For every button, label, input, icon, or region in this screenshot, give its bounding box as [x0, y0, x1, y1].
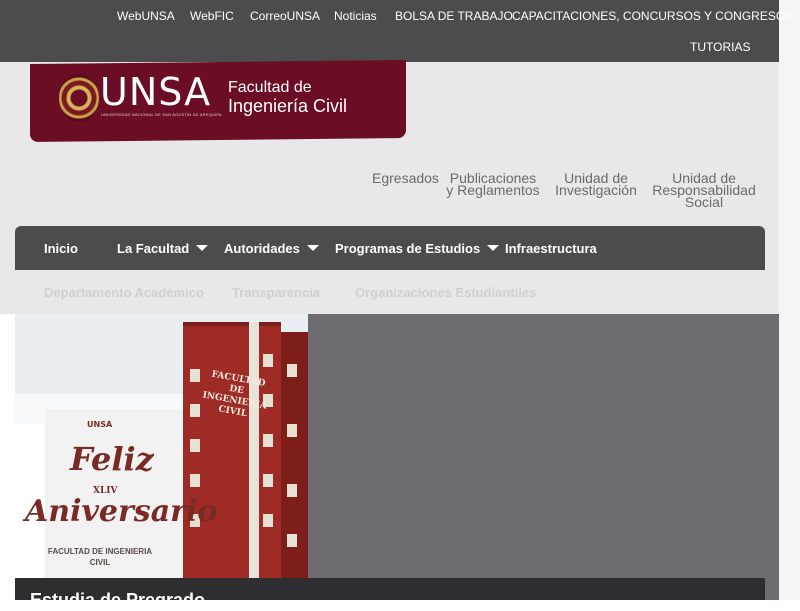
- secondary-nav-publicaciones[interactable]: Publicaciones y Reglamentos: [446, 171, 540, 198]
- secondary-nav-label: Egresados: [372, 170, 439, 186]
- sub-nav-transparencia[interactable]: Transparencia: [232, 285, 320, 300]
- chevron-down-icon: [487, 245, 500, 251]
- main-nav-la-facultad[interactable]: La Facultad: [117, 241, 209, 256]
- main-nav-autoridades[interactable]: Autoridades: [224, 241, 319, 256]
- secondary-nav-label: Investigación: [555, 182, 637, 198]
- sub-nav-organizaciones-estudiantiles[interactable]: Organizaciones Estudiantiles: [355, 285, 536, 300]
- main-nav-label: Inicio: [44, 241, 78, 256]
- banner-faculty-line: FACULTAD DE INGENIERIA: [47, 547, 153, 556]
- sub-nav-departamento-academico[interactable]: Departamento Académico: [44, 285, 204, 300]
- page-edge: [779, 0, 800, 600]
- banner-window: [190, 439, 200, 452]
- banner-faculty-name: FACULTAD DE INGENIERIA CIVIL: [40, 546, 160, 568]
- banner-feliz: Feliz: [70, 440, 154, 478]
- anniversary-banner-image[interactable]: FACULTAD DE INGENIERIA CIVIL UNSA Feliz …: [15, 314, 308, 600]
- main-nav-label: Infraestructura: [505, 241, 597, 256]
- banner-window: [190, 369, 200, 382]
- university-seal-icon: [59, 74, 99, 122]
- secondary-nav-unidad-investigacion[interactable]: Unidad de Investigación: [553, 171, 639, 198]
- top-link-webunsa[interactable]: WebUNSA: [117, 9, 175, 23]
- main-nav-label: Programas de Estudios: [335, 241, 481, 256]
- banner-unsa-label: UNSA: [87, 420, 113, 429]
- banner-faculty-line: CIVIL: [89, 558, 111, 567]
- secondary-nav-egresados[interactable]: Egresados: [372, 170, 439, 186]
- main-nav-label: La Facultad: [117, 241, 190, 256]
- logo-faculty-line2: Ingeniería Civil: [228, 96, 348, 116]
- top-link-webfic[interactable]: WebFIC: [190, 9, 234, 23]
- banner-tower-pillar: [249, 322, 259, 600]
- main-nav-infraestructura[interactable]: Infraestructura: [505, 241, 597, 256]
- top-link-tutorias[interactable]: TUTORIAS: [690, 40, 750, 54]
- top-bar: WebUNSA WebFIC CorreoUNSA Noticias BOLSA…: [0, 0, 793, 62]
- top-link-capacitaciones[interactable]: CAPACITACIONES, CONCURSOS Y CONGRESOS: [512, 9, 793, 23]
- secondary-nav-label: Social: [684, 194, 724, 210]
- top-link-correounsa[interactable]: CorreoUNSA: [250, 9, 320, 23]
- banner-window: [263, 354, 273, 367]
- banner-window: [263, 514, 273, 527]
- banner-window: [287, 534, 297, 547]
- banner-window: [263, 434, 273, 447]
- logo-university-name: UNIVERSIDAD NACIONAL DE SAN AGUSTÍN DE A…: [101, 112, 222, 117]
- banner-window: [287, 424, 297, 437]
- banner-window: [287, 364, 297, 377]
- banner-window: [263, 474, 273, 487]
- top-link-bolsa-de-trabajo[interactable]: BOLSA DE TRABAJO: [395, 9, 513, 23]
- chevron-down-icon: [196, 245, 209, 251]
- top-link-noticias[interactable]: Noticias: [334, 9, 377, 23]
- main-nav-inicio[interactable]: Inicio: [44, 241, 78, 256]
- banner-window: [287, 484, 297, 497]
- banner-aniversario: Aniversario: [25, 494, 218, 529]
- chevron-down-icon: [306, 245, 319, 251]
- secondary-nav-unidad-responsabilidad[interactable]: Unidad de Responsabilidad Social: [650, 171, 758, 210]
- banner-window: [190, 474, 200, 487]
- main-nav-label: Autoridades: [224, 241, 300, 256]
- banner-window: [190, 404, 200, 417]
- logo-faculty-line1: Facultad de: [228, 79, 312, 96]
- secondary-nav-label: y Reglamentos: [446, 182, 540, 198]
- main-nav-programas-de-estudios[interactable]: Programas de Estudios: [335, 241, 500, 256]
- logo-unsa-wordmark: UNSA: [100, 70, 212, 114]
- slide-caption[interactable]: Estudia de Pregrado: [30, 590, 205, 611]
- main-nav: Inicio La Facultad Autoridades Programas…: [15, 226, 765, 270]
